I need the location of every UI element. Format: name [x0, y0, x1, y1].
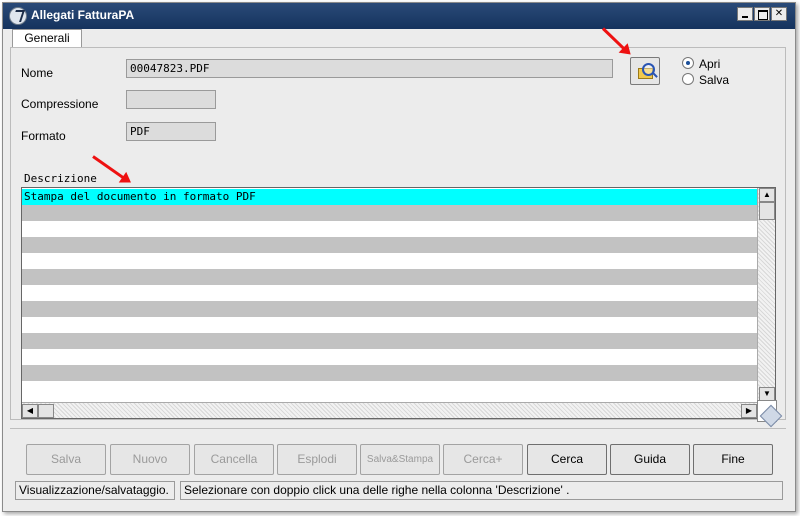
guida-button[interactable]: Guida: [610, 444, 690, 475]
horizontal-scroll-thumb[interactable]: [38, 404, 54, 418]
maximize-button[interactable]: [754, 7, 770, 21]
grid-row[interactable]: [22, 221, 757, 237]
scroll-left-button[interactable]: ◀: [22, 404, 38, 418]
grid-row[interactable]: [22, 317, 757, 333]
grid-row[interactable]: [22, 205, 757, 221]
grid-row[interactable]: [22, 333, 757, 349]
cerca-button[interactable]: Cerca: [527, 444, 607, 475]
grid-row[interactable]: [22, 285, 757, 301]
vertical-scrollbar[interactable]: ▲ ▼: [757, 188, 775, 402]
radio-apri[interactable]: [682, 57, 694, 69]
grid-row[interactable]: [22, 253, 757, 269]
page-corner-icon: [757, 400, 785, 428]
formato-field[interactable]: PDF: [126, 122, 216, 141]
grid-row[interactable]: Stampa del documento in formato PDF: [22, 189, 757, 205]
grid-row[interactable]: [22, 365, 757, 381]
horizontal-scrollbar[interactable]: ◀ ▶: [22, 402, 757, 418]
salva-stampa-button[interactable]: Salva&Stampa: [360, 444, 440, 475]
scroll-right-button[interactable]: ▶: [741, 404, 757, 418]
radio-apri-label: Apri: [699, 57, 721, 71]
grid-row[interactable]: [22, 349, 757, 365]
minimize-button[interactable]: [737, 7, 753, 21]
nuovo-button[interactable]: Nuovo: [110, 444, 190, 475]
window-title: Allegati FatturaPA: [31, 8, 135, 22]
browse-file-button[interactable]: [630, 57, 660, 85]
scroll-down-button[interactable]: ▼: [759, 387, 775, 401]
tab-generali[interactable]: Generali: [12, 29, 82, 47]
grid-row[interactable]: [22, 237, 757, 253]
salva-button[interactable]: Salva: [26, 444, 106, 475]
status-right: Selezionare con doppio click una delle r…: [180, 481, 783, 500]
compressione-field[interactable]: [126, 90, 216, 109]
nome-field[interactable]: 00047823.PDF: [126, 59, 613, 78]
scroll-up-button[interactable]: ▲: [759, 188, 775, 202]
app-icon: [9, 7, 27, 25]
formato-label: Formato: [21, 129, 66, 143]
nome-label: Nome: [21, 66, 54, 80]
descrizione-grid[interactable]: Stampa del documento in formato PDF ▲ ▼ …: [21, 187, 776, 419]
grid-row[interactable]: [22, 381, 757, 397]
fine-button[interactable]: Fine: [693, 444, 773, 475]
close-button[interactable]: ✕: [771, 7, 787, 21]
cerca-plus-button[interactable]: Cerca+: [443, 444, 523, 475]
descrizione-label: Descrizione: [24, 172, 97, 185]
compressione-label: Compressione: [21, 97, 99, 111]
grid-row[interactable]: [22, 301, 757, 317]
magnifier-handle: [652, 72, 658, 78]
vertical-scroll-thumb[interactable]: [759, 202, 775, 220]
cancella-button[interactable]: Cancella: [194, 444, 274, 475]
grid-row[interactable]: [22, 269, 757, 285]
title-bar[interactable]: Allegati FatturaPA ✕: [3, 3, 795, 29]
status-left: Visualizzazione/salvataggio.: [15, 481, 175, 500]
radio-salva[interactable]: [682, 73, 694, 85]
esplodi-button[interactable]: Esplodi: [277, 444, 357, 475]
radio-salva-label: Salva: [699, 73, 730, 87]
